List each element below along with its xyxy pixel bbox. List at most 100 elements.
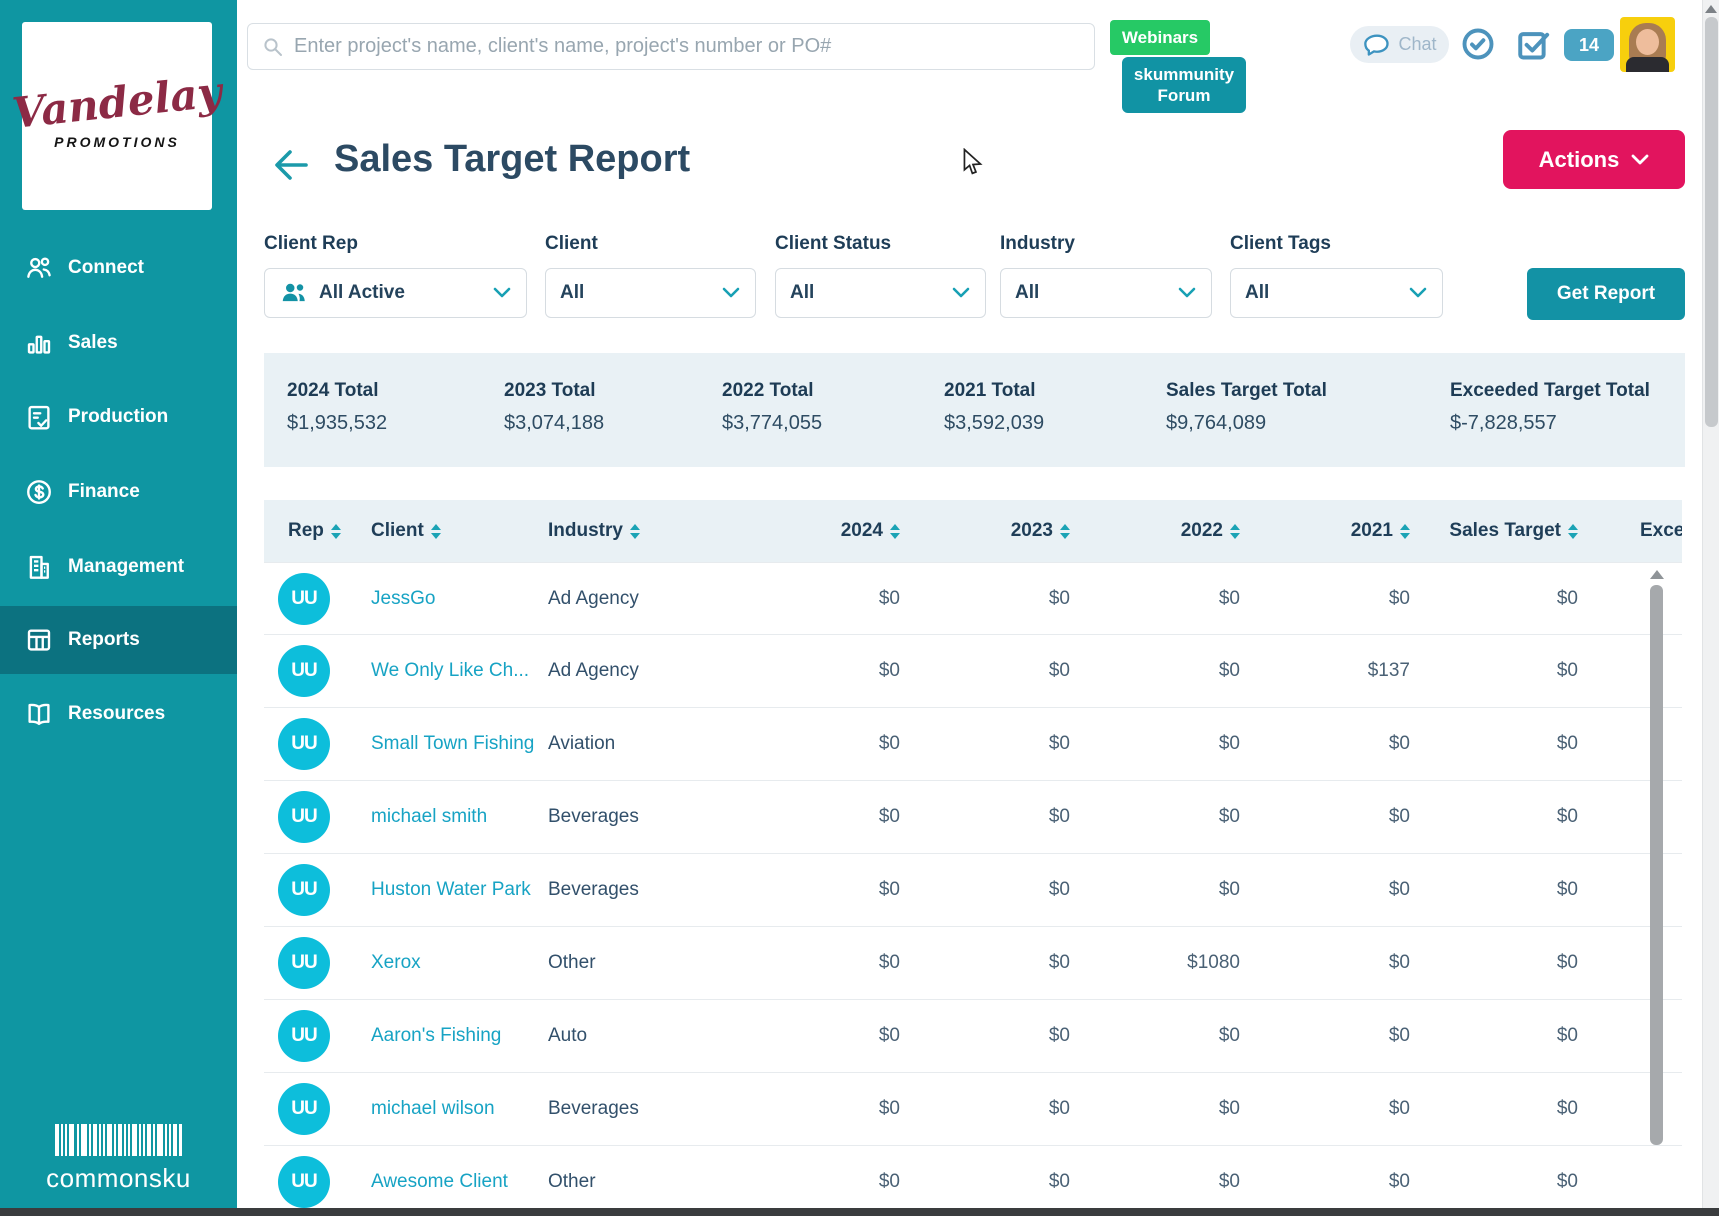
table-row: UU Aaron's Fishing Auto $0 $0 $0 $0 $0 bbox=[264, 1000, 1682, 1073]
chevron-down-icon bbox=[722, 287, 740, 298]
total-2023: 2023 Total $3,074,188 bbox=[504, 380, 604, 435]
column-header-rep[interactable]: Rep bbox=[288, 520, 341, 542]
value-sales-target: $0 bbox=[1556, 806, 1578, 827]
tasks-checkbox-icon[interactable] bbox=[1516, 27, 1550, 61]
client-link[interactable]: Huston Water Park bbox=[371, 879, 531, 901]
client-link[interactable]: JessGo bbox=[371, 588, 435, 610]
page-scrollbar[interactable] bbox=[1702, 0, 1719, 1216]
chevron-down-icon bbox=[1178, 287, 1196, 298]
value-2023: $0 bbox=[1048, 1098, 1070, 1119]
value-2022: $0 bbox=[1218, 1171, 1240, 1192]
filter-label-industry: Industry bbox=[1000, 233, 1075, 254]
actions-button[interactable]: Actions bbox=[1503, 130, 1685, 189]
sort-icon bbox=[1060, 523, 1070, 539]
total-2021: 2021 Total $3,592,039 bbox=[944, 380, 1044, 435]
sidebar: Vandelay PROMOTIONS Connect Sales Produc… bbox=[0, 0, 237, 1216]
industry-cell: Auto bbox=[548, 1025, 588, 1046]
sidebar-item-management[interactable]: Management bbox=[0, 533, 237, 601]
column-header-client[interactable]: Client bbox=[371, 520, 441, 542]
value-2021: $0 bbox=[1388, 952, 1410, 973]
sidebar-item-connect[interactable]: Connect bbox=[0, 234, 237, 302]
rep-avatar: UU bbox=[278, 645, 330, 697]
total-label: 2021 Total bbox=[944, 380, 1036, 401]
column-header-sales-target[interactable]: Sales Target bbox=[1412, 520, 1578, 542]
chat-bubble-icon bbox=[1364, 34, 1390, 56]
sidebar-item-resources[interactable]: Resources bbox=[0, 680, 237, 748]
client-link[interactable]: Xerox bbox=[371, 952, 421, 974]
value-2023: $0 bbox=[1048, 806, 1070, 827]
commonsku-wordmark: commonsku bbox=[46, 1163, 191, 1193]
client-select[interactable]: All bbox=[545, 268, 756, 318]
value-2024: $0 bbox=[878, 733, 900, 754]
client-status-value: All bbox=[790, 282, 815, 303]
client-link[interactable]: We Only Like Ch... bbox=[371, 660, 529, 682]
column-header-2024[interactable]: 2024 bbox=[704, 520, 900, 542]
value-2024: $0 bbox=[878, 806, 900, 827]
sort-icon bbox=[1230, 523, 1240, 539]
column-header-industry[interactable]: Industry bbox=[548, 520, 640, 542]
sidebar-item-sales[interactable]: Sales bbox=[0, 309, 237, 377]
sidebar-item-finance[interactable]: Finance bbox=[0, 458, 237, 526]
get-report-button[interactable]: Get Report bbox=[1527, 268, 1685, 320]
clipboard-check-icon bbox=[28, 405, 50, 430]
column-header-2021[interactable]: 2021 bbox=[1244, 520, 1410, 542]
total-exceeded-target: Exceeded Target Total $-7,828,557 bbox=[1450, 380, 1650, 435]
company-logo-title: Vandelay bbox=[9, 67, 225, 138]
forum-label-line2: Forum bbox=[1157, 86, 1211, 105]
skummunity-forum-button[interactable]: skummunity Forum bbox=[1122, 57, 1246, 113]
table-row: UU michael wilson Beverages $0 $0 $0 $0 … bbox=[264, 1073, 1682, 1146]
actions-label: Actions bbox=[1538, 146, 1620, 172]
notification-badge[interactable]: 14 bbox=[1564, 29, 1614, 61]
table-scrollbar-thumb[interactable] bbox=[1650, 585, 1663, 1145]
client-link[interactable]: michael smith bbox=[371, 806, 487, 828]
column-header-exceeded[interactable]: Exce bbox=[1640, 520, 1682, 542]
rep-avatar: UU bbox=[278, 572, 330, 625]
sidebar-item-reports[interactable]: Reports bbox=[0, 606, 237, 674]
client-status-select[interactable]: All bbox=[775, 268, 986, 318]
client-link[interactable]: Aaron's Fishing bbox=[371, 1025, 501, 1047]
rep-avatar: UU bbox=[278, 718, 330, 770]
rep-avatar: UU bbox=[278, 1156, 330, 1208]
total-value: $-7,828,557 bbox=[1450, 412, 1557, 434]
value-2022: $0 bbox=[1218, 660, 1240, 681]
total-label: 2024 Total bbox=[287, 380, 379, 401]
value-sales-target: $0 bbox=[1556, 879, 1578, 900]
company-logo-subtitle: PROMOTIONS bbox=[54, 134, 180, 150]
industry-select[interactable]: All bbox=[1000, 268, 1212, 318]
column-header-2023[interactable]: 2023 bbox=[904, 520, 1070, 542]
value-2023: $0 bbox=[1048, 1025, 1070, 1046]
webinars-button[interactable]: Webinars bbox=[1110, 20, 1210, 55]
user-avatar[interactable] bbox=[1620, 17, 1675, 72]
client-link[interactable]: Small Town Fishing bbox=[371, 733, 534, 755]
back-button[interactable] bbox=[272, 147, 310, 183]
sidebar-item-production[interactable]: Production bbox=[0, 383, 237, 451]
client-rep-select[interactable]: All Active bbox=[264, 268, 527, 318]
value-2022: $0 bbox=[1218, 733, 1240, 754]
client-link[interactable]: Awesome Client bbox=[371, 1171, 508, 1193]
total-label: Sales Target Total bbox=[1166, 380, 1327, 401]
value-2022: $0 bbox=[1218, 806, 1240, 827]
chat-button[interactable]: Chat bbox=[1350, 26, 1449, 63]
value-2023: $0 bbox=[1048, 1171, 1070, 1192]
rep-avatar: UU bbox=[278, 1010, 330, 1062]
avatar-face bbox=[1636, 29, 1659, 55]
clock-check-icon[interactable] bbox=[1460, 26, 1496, 62]
scroll-up-arrow-icon[interactable] bbox=[1705, 5, 1717, 13]
client-tags-select[interactable]: All bbox=[1230, 268, 1443, 318]
value-2022: $1080 bbox=[1187, 952, 1240, 973]
scroll-up-arrow-icon[interactable] bbox=[1649, 570, 1664, 579]
search-input[interactable] bbox=[294, 35, 1080, 58]
table-scrollbar[interactable] bbox=[1648, 568, 1665, 1204]
sidebar-item-label: Reports bbox=[68, 629, 140, 650]
total-value: $3,774,055 bbox=[722, 412, 823, 434]
value-2023: $0 bbox=[1048, 587, 1070, 609]
avatar-body bbox=[1626, 57, 1669, 72]
client-link[interactable]: michael wilson bbox=[371, 1098, 495, 1120]
chevron-down-icon bbox=[952, 287, 970, 298]
table-row: UU Xerox Other $0 $0 $1080 $0 $0 bbox=[264, 927, 1682, 1000]
value-2022: $0 bbox=[1218, 879, 1240, 900]
value-sales-target: $0 bbox=[1556, 733, 1578, 754]
column-header-2022[interactable]: 2022 bbox=[1074, 520, 1240, 542]
sort-icon bbox=[629, 523, 640, 539]
page-scrollbar-thumb[interactable] bbox=[1704, 17, 1718, 427]
